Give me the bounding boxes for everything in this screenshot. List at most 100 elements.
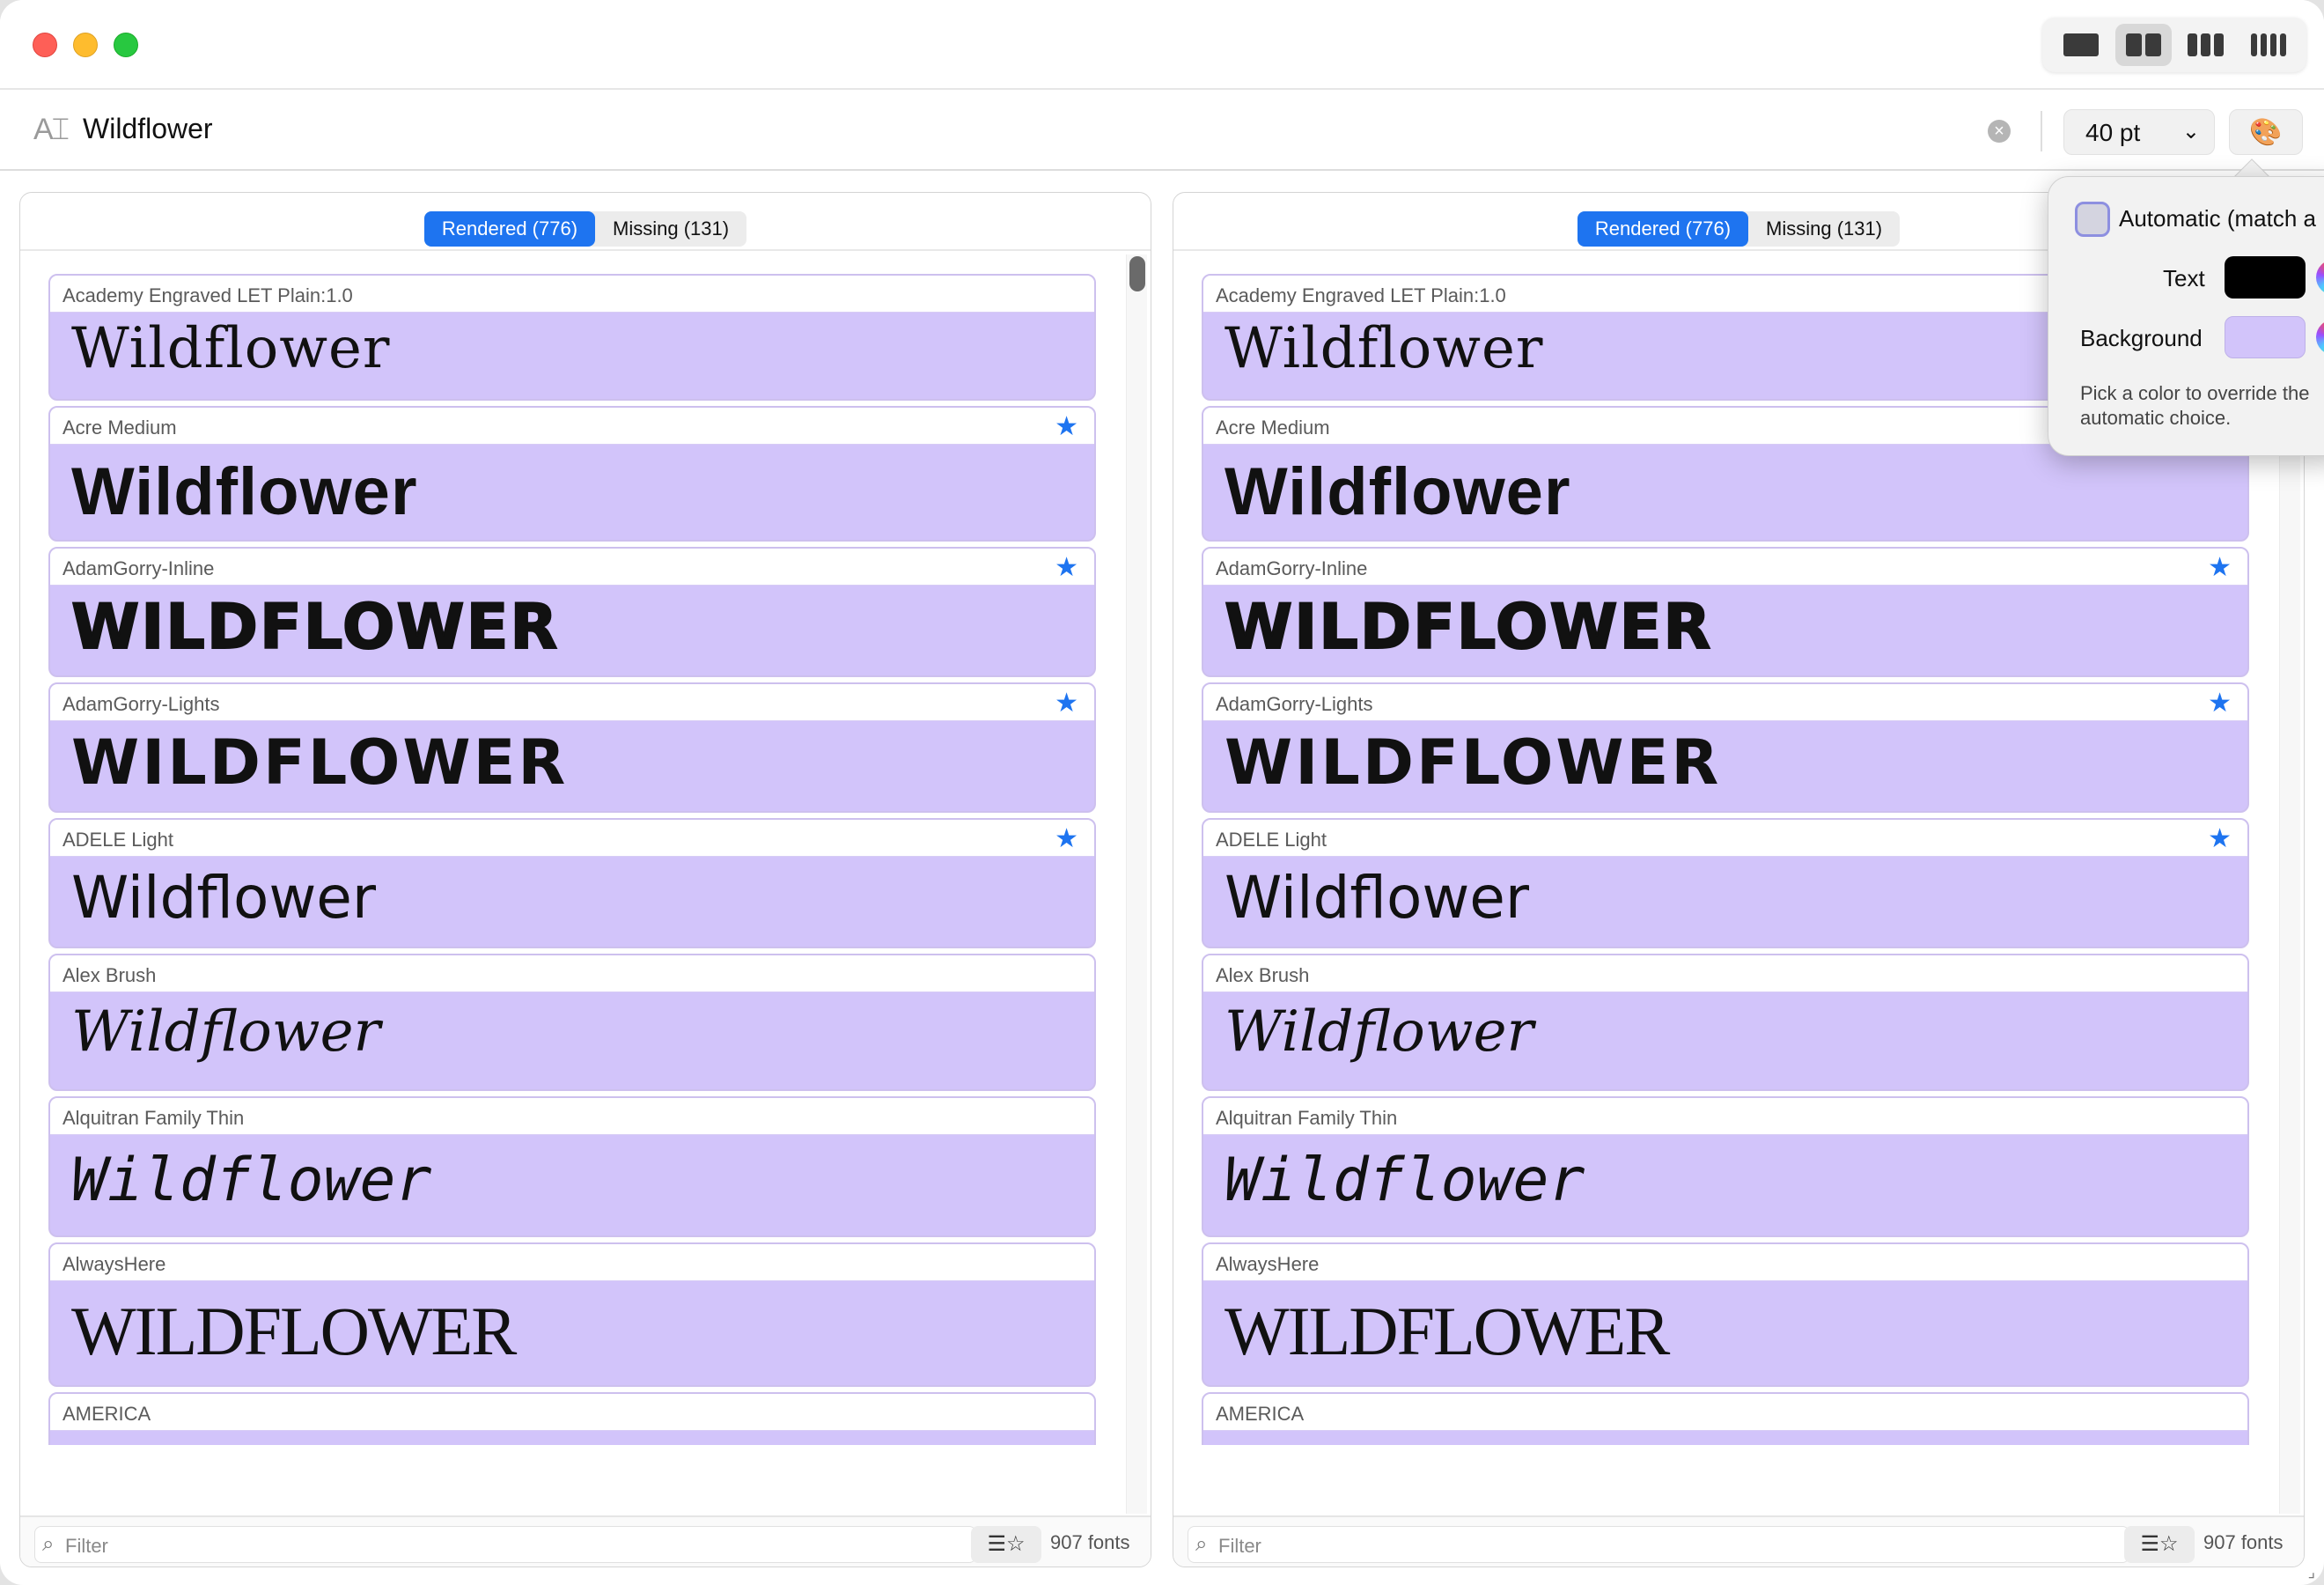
font-size-select[interactable]: 40 pt ⌄ [2063, 109, 2215, 155]
tab-segment: Rendered (776) Missing (131) [423, 211, 747, 247]
title-bar [0, 0, 2324, 90]
color-wheel-icon[interactable] [2316, 320, 2324, 355]
sample-text-input[interactable]: Wildflower [83, 113, 213, 145]
favorite-star-icon[interactable]: ★ [2208, 552, 2232, 583]
font-sample-text: Wildflower [71, 999, 381, 1065]
font-card[interactable]: ADELE Light ★ Wildflower [48, 818, 1096, 948]
font-name-label: Academy Engraved LET Plain:1.0 [1216, 284, 1506, 306]
chevron-down-icon: ⌄ [2181, 120, 2200, 144]
font-list: Academy Engraved LET Plain:1.0 Wildflower… [48, 274, 1096, 1445]
four-column-button[interactable] [2240, 24, 2297, 66]
three-column-icon-bar [2214, 33, 2224, 56]
tab-rendered[interactable]: Rendered (776) [1577, 211, 1749, 247]
color-wheel-icon[interactable] [2316, 260, 2324, 295]
scrollbar[interactable] [1126, 254, 1147, 1514]
font-card[interactable]: Alex Brush Wildflower [48, 954, 1096, 1091]
font-name-label: AdamGorry-Lights [63, 693, 220, 715]
tab-segment: Rendered (776) Missing (131) [1577, 211, 1901, 247]
close-window-button[interactable] [33, 33, 57, 57]
tab-missing[interactable]: Missing (131) [595, 211, 746, 247]
font-card-header: Academy Engraved LET Plain:1.0 [50, 276, 1094, 313]
font-name-label: AdamGorry-Inline [1216, 557, 1368, 579]
background-color-well[interactable] [2225, 316, 2306, 358]
zoom-window-button[interactable] [114, 33, 138, 57]
font-sample-text: WILDFLOWER [1225, 1443, 1821, 1445]
font-name-label: Alquitran Family Thin [63, 1107, 245, 1129]
resize-handle-icon[interactable]: ⌟ [2308, 1563, 2315, 1581]
search-icon: ⌕ [42, 1532, 55, 1556]
scroll-thumb[interactable] [1129, 256, 1145, 291]
font-card[interactable]: AlwaysHere WILDFLOWER [1202, 1242, 2249, 1387]
font-card[interactable]: AlwaysHere WILDFLOWER [48, 1242, 1096, 1387]
font-card[interactable]: Academy Engraved LET Plain:1.0 Wildflower [48, 274, 1096, 401]
favorite-star-icon[interactable]: ★ [1055, 688, 1078, 719]
font-card-header: AdamGorry-Inline ★ [50, 549, 1094, 586]
font-sample-text: Wildflower [1225, 864, 1530, 932]
font-card[interactable]: AMERICA WILDFLOWER [48, 1392, 1096, 1445]
font-card[interactable]: AdamGorry-Inline ★ WILDFLOWER [1202, 547, 2249, 677]
sort-favorites-button[interactable]: ☰☆ [2124, 1526, 2195, 1563]
automatic-label: Automatic (match a [2119, 205, 2316, 232]
font-sample-text: Wildflower [71, 454, 418, 529]
font-card-header: AlwaysHere [1203, 1244, 2247, 1281]
font-name-label: AdamGorry-Lights [1216, 693, 1373, 715]
font-name-label: Academy Engraved LET Plain:1.0 [63, 284, 353, 306]
panel-tabs: Rendered (776) Missing (131) [20, 202, 1151, 256]
font-name-label: Acre Medium [1216, 417, 1330, 439]
font-name-label: AMERICA [1216, 1403, 1305, 1425]
font-card[interactable]: AMERICA WILDFLOWER [1202, 1392, 2249, 1445]
filter-field[interactable]: ⌕ Filter [34, 1526, 976, 1563]
palette-icon: 🎨 [2249, 117, 2283, 147]
color-palette-button[interactable]: 🎨 [2229, 109, 2303, 155]
font-card[interactable]: Alquitran Family Thin Wildflower [48, 1096, 1096, 1237]
three-column-icon [2188, 33, 2197, 56]
font-sample-text: WILDFLOWER [1225, 1293, 1670, 1369]
font-card[interactable]: AdamGorry-Lights ★ WILDFLOWER [48, 682, 1096, 813]
automatic-checkbox[interactable] [2075, 202, 2110, 237]
favorite-star-icon[interactable]: ★ [1055, 552, 1078, 583]
filter-placeholder: Filter [65, 1535, 108, 1557]
background-color-label: Background [2080, 325, 2203, 351]
minimize-window-button[interactable] [73, 33, 98, 57]
tab-missing[interactable]: Missing (131) [1748, 211, 1900, 247]
one-column-icon [2063, 33, 2099, 56]
clear-text-button[interactable]: × [1988, 120, 2011, 143]
filter-field[interactable]: ⌕ Filter [1188, 1526, 2129, 1563]
favorite-star-icon[interactable]: ★ [1055, 823, 1078, 854]
tab-rendered[interactable]: Rendered (776) [423, 211, 596, 247]
four-column-icon-bar [2269, 33, 2276, 56]
tabs-divider [20, 249, 1151, 251]
favorite-star-icon[interactable]: ★ [2208, 823, 2232, 854]
font-card[interactable]: ADELE Light ★ Wildflower [1202, 818, 2249, 948]
font-count: 907 fonts [2203, 1531, 2284, 1553]
font-sample-text: Wildflower [71, 864, 377, 932]
font-card[interactable]: AdamGorry-Lights ★ WILDFLOWER [1202, 682, 2249, 813]
font-card-header: AdamGorry-Inline ★ [1203, 549, 2247, 586]
toolbar-divider [2041, 111, 2042, 151]
filter-placeholder: Filter [1218, 1535, 1261, 1557]
font-card-header: AMERICA [50, 1394, 1094, 1431]
font-size-value: 40 pt [2085, 119, 2141, 146]
panel-footer: ⌕ Filter ☰☆ 907 fonts [1173, 1515, 2304, 1567]
three-column-icon-bar [2201, 33, 2210, 56]
font-card-header: Alquitran Family Thin [1203, 1098, 2247, 1135]
font-sample-text: WILDFLOWER [1225, 726, 1722, 799]
font-card-header: Alex Brush [1203, 955, 2247, 992]
text-color-well[interactable] [2225, 256, 2306, 299]
sample-text-bar: A⌶ Wildflower × 40 pt ⌄ 🎨 [0, 92, 2324, 171]
one-column-button[interactable] [2053, 24, 2109, 66]
sort-favorites-button[interactable]: ☰☆ [971, 1526, 1041, 1563]
font-card[interactable]: Alex Brush Wildflower [1202, 954, 2249, 1091]
font-name-label: ADELE Light [1216, 829, 1327, 851]
font-card-header: AdamGorry-Lights ★ [50, 684, 1094, 721]
favorite-star-icon[interactable]: ★ [2208, 688, 2232, 719]
two-column-button[interactable] [2114, 24, 2172, 66]
font-sample-text: WILDFLOWER [1224, 590, 1713, 664]
font-card[interactable]: Acre Medium ★ Wildflower [48, 406, 1096, 542]
favorite-star-icon[interactable]: ★ [1055, 411, 1078, 442]
font-sample-text: Wildflower [1225, 1146, 1585, 1215]
font-card[interactable]: Alquitran Family Thin Wildflower [1202, 1096, 2249, 1237]
three-column-button[interactable] [2178, 24, 2234, 66]
font-card[interactable]: AdamGorry-Inline ★ WILDFLOWER [48, 547, 1096, 677]
font-count: 907 fonts [1050, 1531, 1130, 1553]
